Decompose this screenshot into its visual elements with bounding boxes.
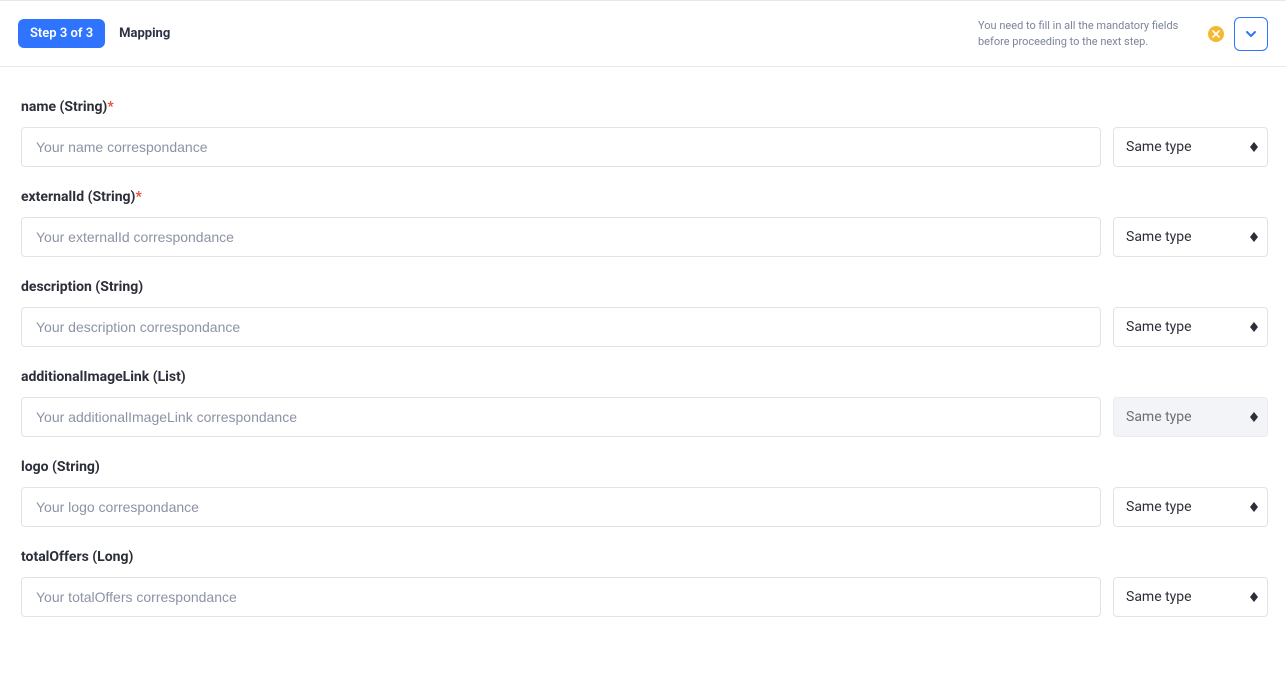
type-select-wrap: Same type [1113,307,1268,347]
field-group-externalid: externalId (String)* Same type [21,189,1268,257]
label-text: totalOffers (Long) [21,549,133,565]
label-text: additionalImageLink (List) [21,369,186,385]
description-input[interactable] [21,307,1101,347]
warning-text: You need to fill in all the mandatory fi… [978,18,1198,49]
label-text: logo (String) [21,459,100,475]
field-label: logo (String) [21,459,1268,475]
type-select-wrap: Same type [1113,127,1268,167]
description-type-select[interactable]: Same type [1113,307,1268,347]
type-select-wrap: Same type [1113,397,1268,437]
field-row: Same type [21,307,1268,347]
header-bar: Step 3 of 3 Mapping You need to fill in … [0,0,1286,67]
name-type-select[interactable]: Same type [1113,127,1268,167]
type-select-wrap: Same type [1113,217,1268,257]
field-label: name (String)* [21,99,1268,115]
logo-type-select[interactable]: Same type [1113,487,1268,527]
externalid-input[interactable] [21,217,1101,257]
field-label: externalId (String)* [21,189,1268,205]
field-group-additionalimagelink: additionalImageLink (List) Same type [21,369,1268,437]
totaloffers-input[interactable] [21,577,1101,617]
field-row: Same type [21,487,1268,527]
additionalimagelink-type-select: Same type [1113,397,1268,437]
field-row: Same type [21,127,1268,167]
required-star: * [135,189,141,205]
field-label: description (String) [21,279,1268,295]
totaloffers-type-select[interactable]: Same type [1113,577,1268,617]
warning-icon [1208,26,1224,42]
next-step-button[interactable] [1234,17,1268,51]
type-select-wrap: Same type [1113,487,1268,527]
label-text: externalId (String) [21,189,135,205]
content: name (String)* Same type externalId (Str… [0,67,1286,637]
field-label: totalOffers (Long) [21,549,1268,565]
field-group-description: description (String) Same type [21,279,1268,347]
header-right: You need to fill in all the mandatory fi… [978,17,1268,51]
externalid-type-select[interactable]: Same type [1113,217,1268,257]
field-group-name: name (String)* Same type [21,99,1268,167]
name-input[interactable] [21,127,1101,167]
step-badge: Step 3 of 3 [18,19,105,48]
required-star: * [107,99,113,115]
field-row: Same type [21,577,1268,617]
logo-input[interactable] [21,487,1101,527]
label-text: description (String) [21,279,143,295]
field-group-logo: logo (String) Same type [21,459,1268,527]
label-text: name (String) [21,99,107,115]
field-group-totaloffers: totalOffers (Long) Same type [21,549,1268,617]
field-row: Same type [21,397,1268,437]
field-label: additionalImageLink (List) [21,369,1268,385]
additionalimagelink-input[interactable] [21,397,1101,437]
field-row: Same type [21,217,1268,257]
type-select-wrap: Same type [1113,577,1268,617]
step-title: Mapping [119,26,170,41]
